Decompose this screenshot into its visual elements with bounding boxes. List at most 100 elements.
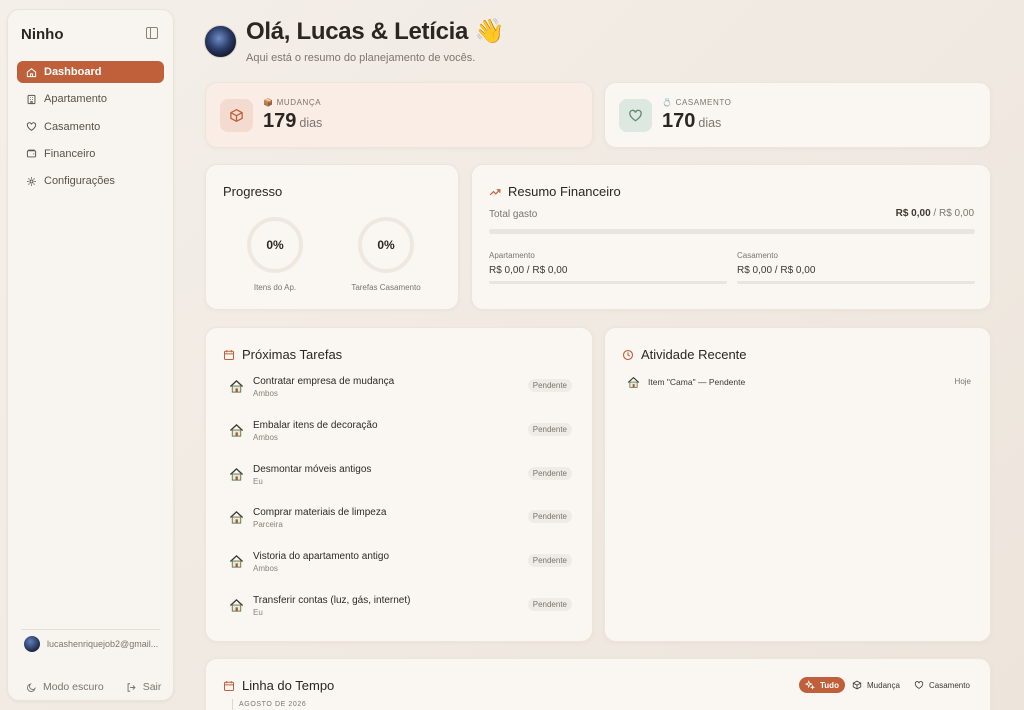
countdown-label: 📦 MUDANÇA bbox=[263, 98, 322, 107]
logout-label: Sair bbox=[142, 681, 162, 693]
task-title: Embalar itens de decoração bbox=[253, 419, 378, 431]
wedding-progress-ring: 0% bbox=[358, 217, 414, 273]
apartment-budget-value: R$ 0,00 / R$ 0,00 bbox=[489, 265, 568, 276]
task-owner: Eu bbox=[253, 608, 263, 617]
building-icon bbox=[26, 94, 37, 105]
filter-tudo[interactable]: Tudo bbox=[799, 677, 845, 693]
filter-mudanca[interactable]: Mudança bbox=[846, 677, 906, 693]
activity-item: Item "Cama" — Pendente Hoje bbox=[627, 376, 971, 390]
upcoming-tasks-card: Próximas Tarefas Contratar empresa de mu… bbox=[205, 327, 593, 642]
total-spent-label: Total gasto bbox=[489, 209, 538, 220]
sparkles-icon bbox=[805, 680, 815, 690]
countdown-label: 💍 CASAMENTO bbox=[662, 98, 732, 107]
gear-icon bbox=[26, 176, 37, 187]
sidebar-item-label: Configurações bbox=[44, 175, 115, 188]
house-icon bbox=[229, 598, 244, 612]
house-icon bbox=[229, 555, 244, 568]
casamento-countdown-card: 💍 CASAMENTO 170 dias bbox=[604, 82, 991, 148]
moon-icon bbox=[27, 682, 36, 692]
card-title: Resumo Financeiro bbox=[489, 184, 621, 199]
heart-icon bbox=[914, 681, 924, 689]
task-title: Desmontar móveis antigos bbox=[253, 463, 372, 475]
mudanca-countdown-card: 📦 MUDANÇA 179 dias bbox=[205, 82, 593, 148]
task-item[interactable]: Desmontar móveis antigos Eu Pendente bbox=[229, 464, 572, 498]
countdown-value: 170 dias bbox=[662, 110, 722, 132]
progress-card: Progresso 0% Itens do Ap. 0% Tarefas Cas… bbox=[205, 164, 459, 310]
box-icon bbox=[852, 680, 862, 690]
house-icon bbox=[229, 423, 244, 437]
total-spent-value: R$ 0,00 / R$ 0,00 bbox=[895, 208, 974, 219]
task-owner: Ambos bbox=[253, 389, 278, 398]
task-item[interactable]: Transferir contas (luz, gás, internet) Eu… bbox=[229, 595, 572, 629]
task-item[interactable]: Embalar itens de decoração Ambos Pendente bbox=[229, 420, 572, 454]
box-icon bbox=[220, 99, 253, 132]
page-subtitle: Aqui está o resumo do planejamento de vo… bbox=[246, 52, 476, 64]
task-owner: Ambos bbox=[253, 564, 278, 574]
task-owner: Ambos bbox=[253, 432, 278, 442]
sidebar-item-casamento[interactable]: Casamento bbox=[17, 116, 164, 138]
sidebar-nav: Dashboard Apartamento Casamento Financei… bbox=[17, 61, 164, 197]
card-title: Linha do Tempo bbox=[223, 678, 334, 693]
timeline-line bbox=[232, 699, 233, 710]
apartment-budget-label: Apartamento bbox=[489, 251, 535, 260]
activity-text: Item "Cama" — Pendente bbox=[648, 377, 746, 387]
sidebar-item-label: Financeiro bbox=[44, 147, 96, 160]
task-title: Contratar empresa de mudança bbox=[253, 376, 395, 387]
sidebar-item-configuracoes[interactable]: Configurações bbox=[17, 170, 164, 192]
sidebar-item-label: Dashboard bbox=[44, 66, 102, 78]
status-badge: Pendente bbox=[527, 466, 572, 480]
dark-mode-label: Modo escuro bbox=[43, 681, 104, 693]
logout-icon bbox=[127, 682, 136, 692]
house-icon bbox=[229, 379, 244, 393]
sidebar-item-apartamento[interactable]: Apartamento bbox=[17, 88, 164, 110]
total-spent-bar bbox=[489, 229, 975, 234]
avatar[interactable] bbox=[204, 25, 237, 58]
task-owner: Eu bbox=[253, 476, 263, 486]
logout-button[interactable]: Sair bbox=[126, 681, 162, 693]
sidebar-toggle-icon[interactable] bbox=[146, 27, 158, 39]
dark-mode-button[interactable]: Modo escuro bbox=[26, 681, 104, 693]
finance-summary-card: Resumo Financeiro Total gasto R$ 0,00 / … bbox=[471, 164, 991, 310]
card-title: Próximas Tarefas bbox=[223, 347, 342, 362]
task-item[interactable]: Vistoria do apartamento antigo Ambos Pende… bbox=[229, 551, 572, 585]
trending-up-icon bbox=[489, 188, 501, 195]
apartment-progress-ring: 0% bbox=[247, 217, 303, 273]
status-badge: Pendente bbox=[527, 379, 572, 392]
timeline-month: AGOSTO DE 2026 bbox=[239, 701, 307, 708]
sidebar: Ninho Dashboard Apartamento Casamento Fi… bbox=[7, 9, 174, 701]
sidebar-item-label: Casamento bbox=[44, 120, 101, 133]
recent-activity-card: Atividade Recente Item "Cama" — Pendente… bbox=[604, 327, 991, 642]
calendar-icon bbox=[223, 680, 235, 691]
activity-time: Hoje bbox=[954, 377, 971, 386]
calendar-icon bbox=[223, 349, 235, 360]
wallet-icon bbox=[26, 148, 37, 159]
sidebar-footer: Modo escuro Sair bbox=[26, 681, 161, 693]
home-icon bbox=[26, 67, 37, 78]
user-email: lucashenriquejob2@gmail... bbox=[47, 639, 159, 649]
clock-icon bbox=[622, 349, 634, 360]
avatar bbox=[24, 636, 40, 652]
ring-label: Itens do Ap. bbox=[253, 283, 297, 292]
countdown-value: 179 dias bbox=[263, 110, 323, 132]
sidebar-item-label: Apartamento bbox=[44, 93, 107, 106]
page-title: Olá, Lucas & Letícia 👋 bbox=[246, 18, 505, 45]
task-title: Comprar materiais de limpeza bbox=[253, 507, 387, 519]
wedding-budget-label: Casamento bbox=[737, 251, 778, 260]
brand-name: Ninho bbox=[21, 26, 64, 43]
sidebar-item-financeiro[interactable]: Financeiro bbox=[17, 143, 164, 165]
sidebar-divider bbox=[21, 629, 160, 630]
status-badge: Pendente bbox=[527, 598, 572, 611]
user-profile[interactable]: lucashenriquejob2@gmail... bbox=[24, 636, 158, 652]
task-item[interactable]: Contratar empresa de mudança Ambos Pendent… bbox=[229, 376, 572, 410]
heart-icon bbox=[619, 99, 652, 132]
filter-casamento[interactable]: Casamento bbox=[908, 677, 976, 693]
task-item[interactable]: Comprar materiais de limpeza Parceira Pend… bbox=[229, 507, 572, 541]
house-icon bbox=[229, 467, 244, 481]
wedding-budget-value: R$ 0,00 / R$ 0,00 bbox=[737, 265, 816, 276]
task-owner: Parceira bbox=[253, 520, 283, 530]
sidebar-item-dashboard[interactable]: Dashboard bbox=[17, 61, 164, 83]
task-title: Transferir contas (luz, gás, internet) bbox=[253, 595, 411, 606]
card-title: Atividade Recente bbox=[622, 347, 747, 362]
status-badge: Pendente bbox=[527, 554, 572, 568]
ring-label: Tarefas Casamento bbox=[351, 283, 421, 292]
